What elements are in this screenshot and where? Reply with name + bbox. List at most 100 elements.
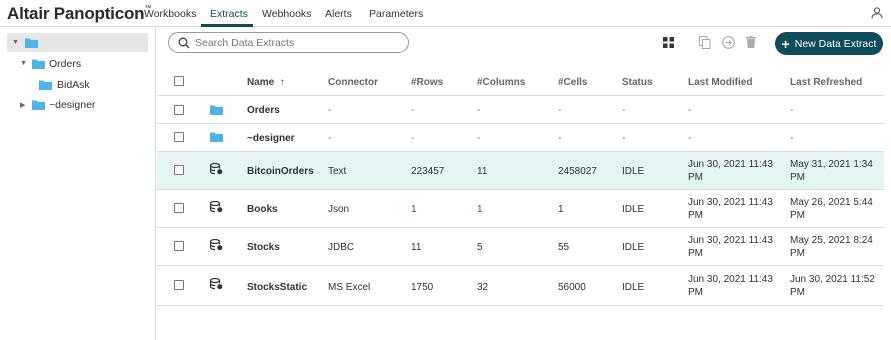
tab-workbooks[interactable]: Workbooks: [144, 8, 196, 20]
grid-view-icon[interactable]: [663, 37, 674, 48]
data-extract-icon: [210, 163, 223, 175]
row-cells: 56000: [558, 282, 586, 293]
row-checkbox[interactable]: [174, 165, 184, 175]
row-columns: 5: [477, 242, 483, 253]
column-header-cells[interactable]: #Cells: [558, 76, 587, 89]
row-name[interactable]: Books: [247, 203, 278, 216]
data-extract-icon: [210, 278, 223, 290]
row-name[interactable]: Orders: [247, 104, 280, 117]
user-icon[interactable]: [871, 7, 883, 19]
table-row-selected[interactable]: BitcoinOrders Text 223457 11 2458027 IDL…: [157, 152, 884, 190]
row-name[interactable]: BitcoinOrders: [247, 165, 314, 178]
row-status: IDLE: [622, 242, 645, 253]
new-data-extract-button[interactable]: + New Data Extract: [775, 32, 883, 55]
tree-item-orders[interactable]: ▼ Orders: [0, 54, 156, 74]
row-last-modified: Jun 30, 2021 11:43 PM: [688, 197, 773, 221]
row-name[interactable]: Stocks: [247, 241, 280, 254]
row-status: -: [622, 105, 626, 116]
row-last-modified: -: [688, 133, 692, 144]
row-checkbox[interactable]: [174, 280, 184, 290]
table-row[interactable]: Orders - - - - - - -: [157, 96, 884, 124]
column-header-status[interactable]: Status: [622, 76, 653, 89]
tab-parameters[interactable]: Parameters: [369, 8, 423, 20]
row-columns: -: [477, 105, 481, 116]
collapse-caret-icon[interactable]: ▶: [20, 101, 25, 109]
column-header-name[interactable]: Name ↑: [247, 76, 285, 89]
row-checkbox[interactable]: [174, 241, 184, 251]
row-columns: -: [477, 133, 481, 144]
tab-extracts[interactable]: Extracts: [210, 8, 248, 20]
sort-asc-icon: ↑: [279, 77, 285, 88]
row-connector: MS Excel: [328, 282, 371, 293]
delete-icon[interactable]: [746, 36, 756, 48]
expand-caret-icon[interactable]: ▼: [12, 39, 19, 46]
table-row[interactable]: ~designer - - - - - - -: [157, 124, 884, 152]
search-icon: [178, 37, 190, 49]
row-last-refreshed: -: [790, 133, 794, 144]
row-cells: -: [558, 105, 562, 116]
row-last-modified: -: [688, 105, 692, 116]
tab-alerts[interactable]: Alerts: [325, 8, 352, 20]
folder-icon: [39, 80, 52, 90]
row-connector: -: [328, 105, 332, 116]
tree-item-label: BidAsk: [57, 79, 90, 91]
column-header-last-refreshed[interactable]: Last Refreshed: [790, 76, 862, 89]
row-checkbox[interactable]: [174, 105, 184, 115]
folder-tree-sidebar: ▼ ▼ Orders BidAsk ▶ ~designer: [0, 27, 156, 340]
tree-item-label: ~designer: [49, 99, 96, 111]
row-rows: -: [411, 133, 415, 144]
row-checkbox[interactable]: [174, 203, 184, 213]
data-extract-icon: [210, 201, 223, 213]
folder-icon: [32, 100, 45, 110]
column-header-last-modified[interactable]: Last Modified: [688, 76, 752, 89]
folder-icon: [210, 105, 223, 115]
brand-logo[interactable]: Altair Panopticon™: [7, 4, 151, 24]
row-rows: 223457: [411, 166, 445, 177]
row-connector: -: [328, 133, 332, 144]
column-header-rows[interactable]: #Rows: [411, 76, 443, 89]
row-cells: 2458027: [558, 166, 597, 177]
new-data-extract-label: New Data Extract: [794, 37, 877, 50]
row-last-modified: Jun 30, 2021 11:43 PM: [688, 274, 773, 298]
row-last-refreshed: May 26, 2021 5:44 PM: [790, 197, 873, 221]
row-cells: 55: [558, 242, 570, 253]
data-extract-icon: [210, 239, 223, 251]
row-status: IDLE: [622, 282, 645, 293]
row-name[interactable]: StocksStatic: [247, 281, 307, 294]
folder-icon: [25, 38, 38, 48]
row-last-refreshed: May 31, 2021 1:34 PM: [790, 159, 873, 183]
folder-icon: [32, 59, 45, 69]
row-last-modified: Jun 30, 2021 11:43 PM: [688, 159, 773, 183]
row-last-modified: Jun 30, 2021 11:43 PM: [688, 235, 773, 259]
tree-item-bidask[interactable]: BidAsk: [0, 75, 156, 95]
row-connector: Text: [328, 166, 347, 177]
row-status: IDLE: [622, 166, 645, 177]
search-box[interactable]: [168, 32, 409, 53]
row-checkbox[interactable]: [174, 132, 184, 142]
copy-icon[interactable]: [699, 36, 711, 49]
row-rows: -: [411, 105, 415, 116]
column-header-connector[interactable]: Connector: [328, 76, 378, 89]
table-header-row: Name ↑ Connector #Rows #Columns #Cells S…: [157, 66, 884, 96]
row-columns: 32: [477, 282, 489, 293]
row-columns: 11: [477, 166, 488, 177]
row-name[interactable]: ~designer: [247, 132, 295, 145]
row-cells: 1: [558, 204, 564, 215]
row-cells: -: [558, 133, 562, 144]
column-header-columns[interactable]: #Columns: [477, 76, 525, 89]
row-rows: 1750: [411, 282, 434, 293]
table-row[interactable]: Books Json 1 1 1 IDLE Jun 30, 2021 11:43…: [157, 190, 884, 228]
row-rows: 1: [411, 204, 417, 215]
table-row[interactable]: Stocks JDBC 11 5 55 IDLE Jun 30, 2021 11…: [157, 228, 884, 266]
tab-webhooks[interactable]: Webhooks: [262, 8, 311, 20]
row-last-refreshed: -: [790, 105, 794, 116]
row-rows: 11: [411, 242, 422, 253]
expand-caret-icon[interactable]: ▼: [20, 60, 27, 67]
table-row[interactable]: StocksStatic MS Excel 1750 32 56000 IDLE…: [157, 266, 884, 306]
tree-item-root[interactable]: ▼: [0, 33, 156, 53]
tree-item-designer[interactable]: ▶ ~designer: [0, 95, 156, 115]
search-input[interactable]: [195, 36, 400, 50]
move-icon[interactable]: [722, 36, 735, 49]
select-all-checkbox[interactable]: [174, 76, 184, 86]
row-last-refreshed: May 25, 2021 8:24 PM: [790, 235, 873, 259]
